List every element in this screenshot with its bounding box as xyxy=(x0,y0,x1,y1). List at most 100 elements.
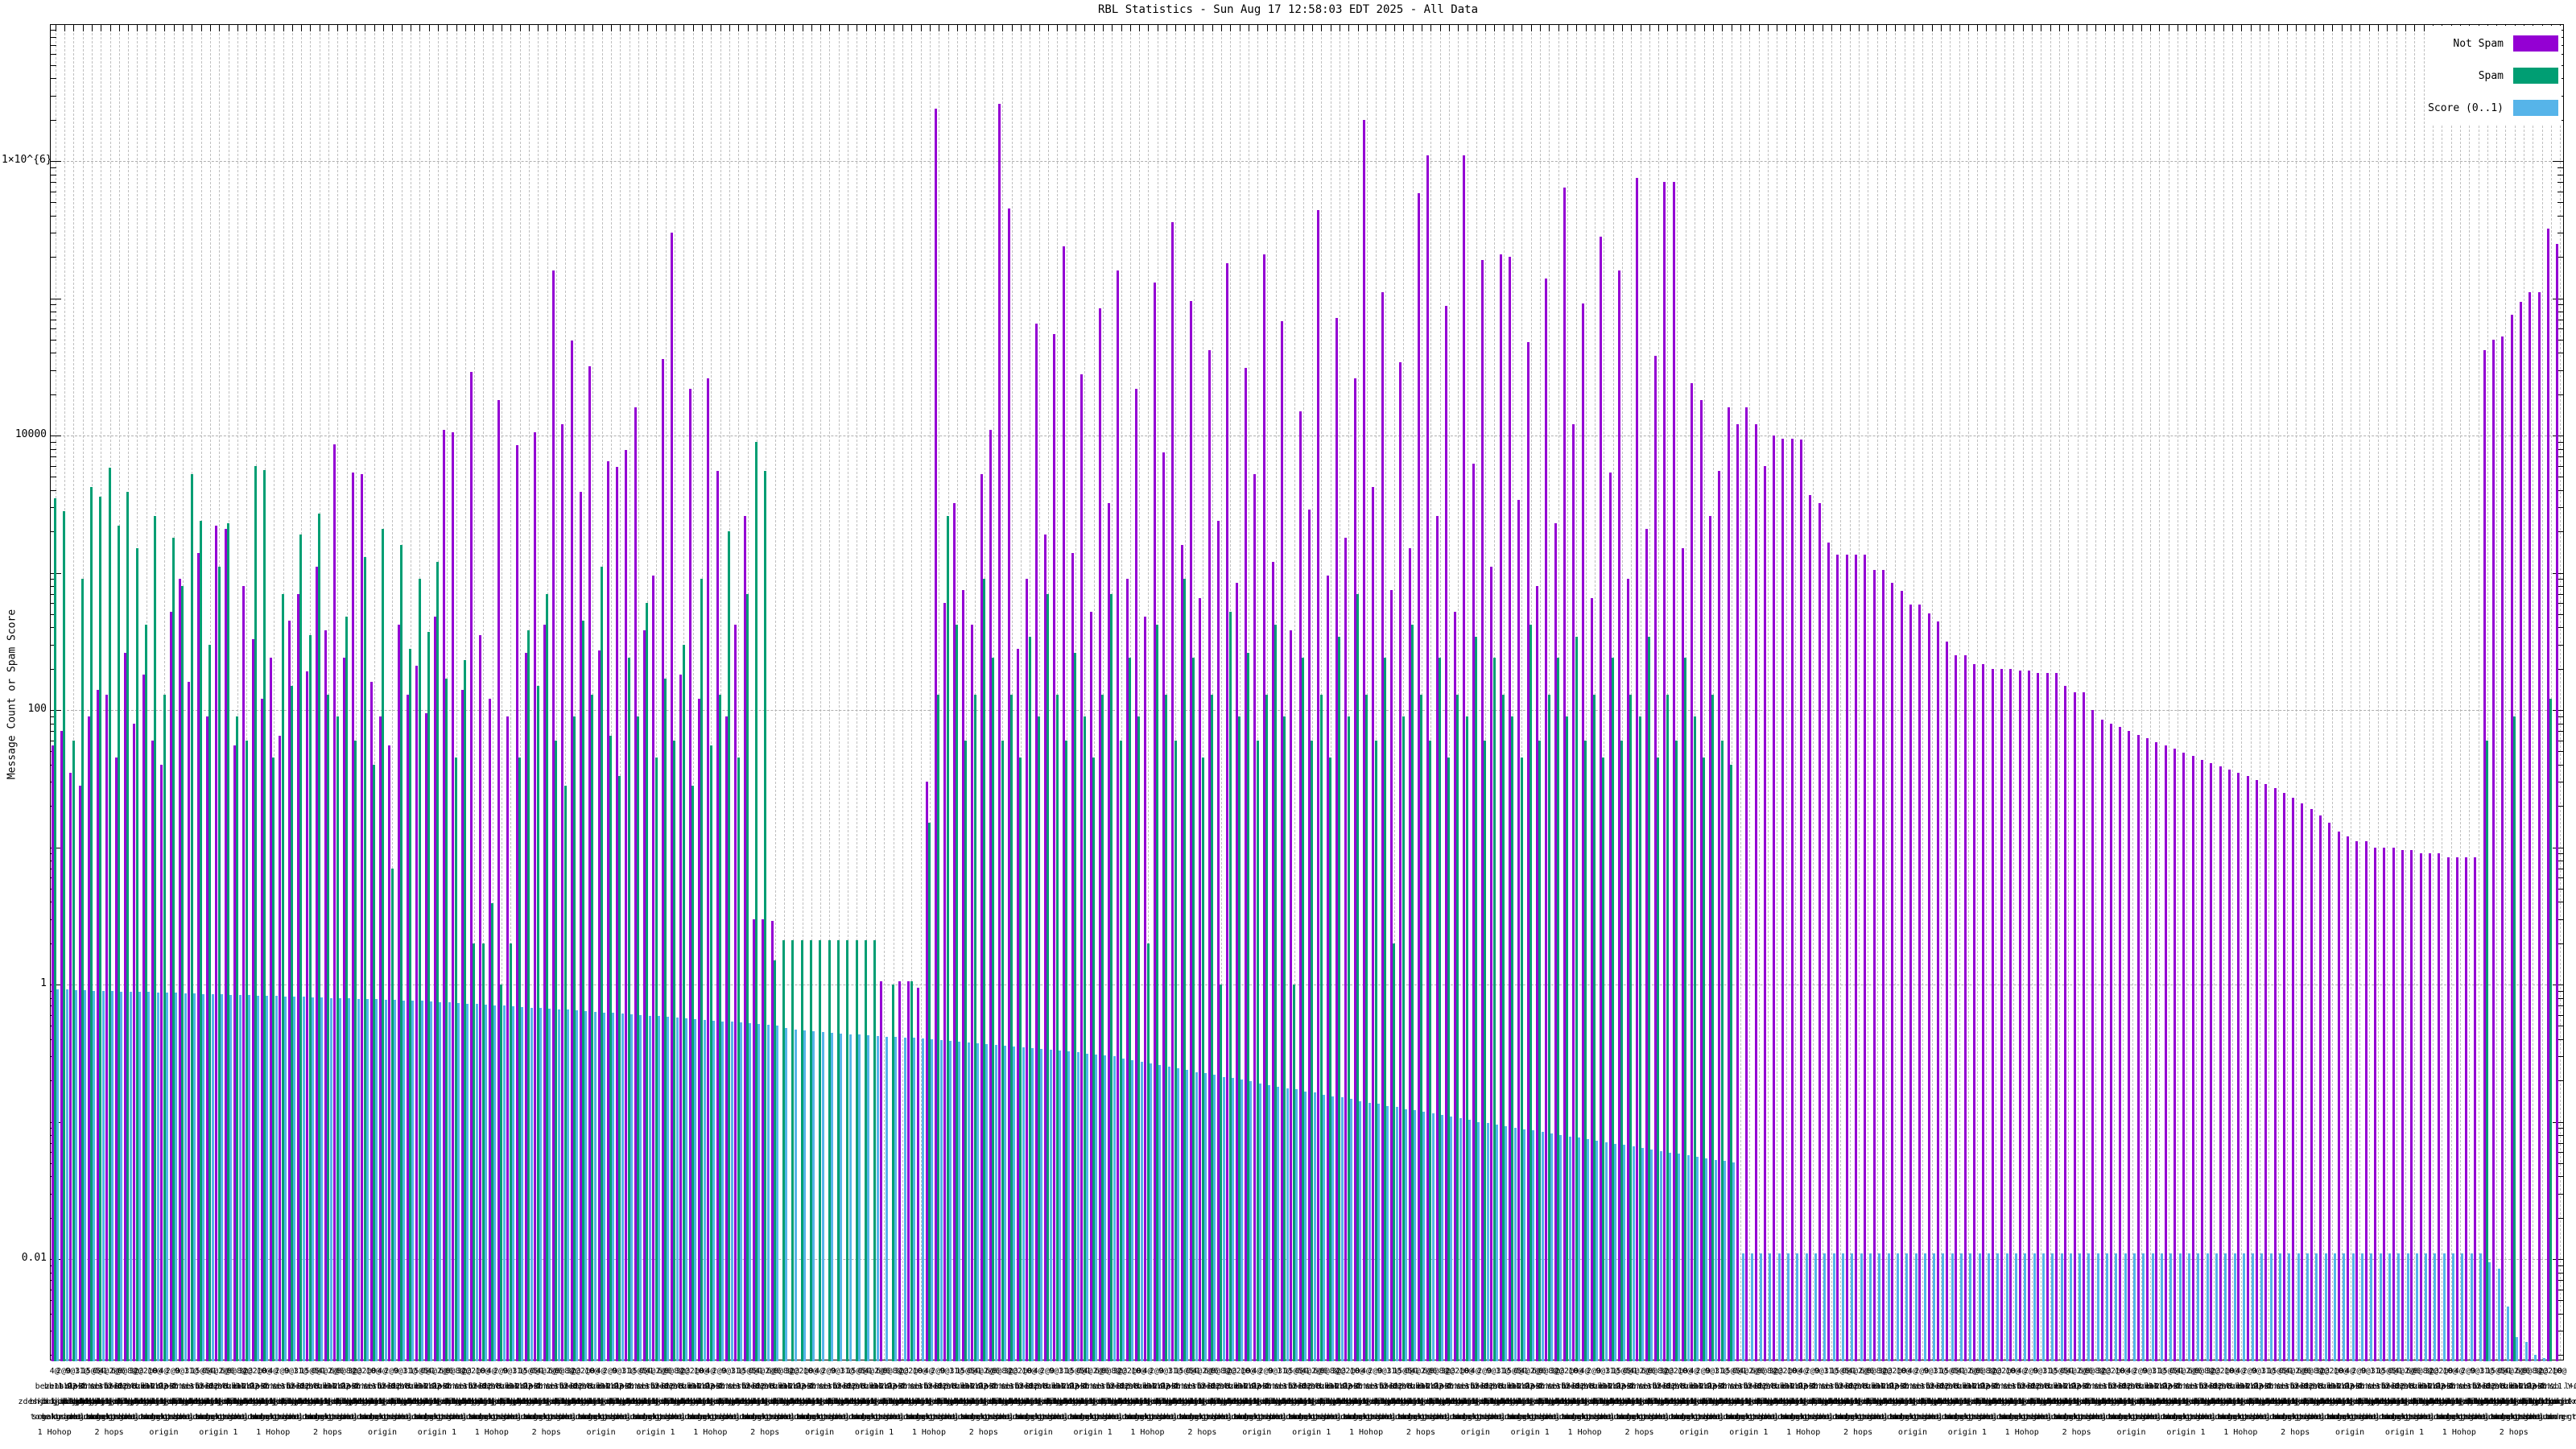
bar-score xyxy=(2161,1253,2163,1361)
top-tick xyxy=(1239,25,1241,31)
top-tick xyxy=(1549,25,1550,31)
bar-not-spam xyxy=(2310,808,2313,1361)
y-axis-tick xyxy=(2557,202,2563,204)
top-tick xyxy=(2140,25,2142,31)
top-tick xyxy=(474,25,476,31)
bar-score xyxy=(2124,1253,2127,1361)
bar-score xyxy=(521,1006,524,1361)
bar-not-spam xyxy=(1763,465,1766,1361)
top-tick xyxy=(875,25,877,31)
bar-not-spam xyxy=(2100,720,2103,1361)
bar-score xyxy=(2087,1253,2091,1361)
x-tick-label: origin 1 xyxy=(1292,1428,1331,1437)
bar-score xyxy=(302,997,305,1361)
vertical-gridline xyxy=(1931,25,1933,1360)
top-tick xyxy=(1221,25,1222,31)
bar-score xyxy=(1222,1076,1225,1361)
top-tick xyxy=(865,25,867,31)
vertical-gridline xyxy=(2205,25,2207,1360)
top-tick xyxy=(1093,25,1095,31)
bar-score xyxy=(1377,1104,1380,1361)
top-tick xyxy=(2150,25,2152,31)
top-tick xyxy=(2104,25,2106,31)
legend: Not Spam Spam Score (0..1) xyxy=(2425,26,2562,126)
bar-score xyxy=(448,1002,451,1361)
bar-spam xyxy=(2549,699,2553,1361)
top-tick xyxy=(2332,25,2334,31)
bar-score xyxy=(1386,1105,1389,1361)
bar-score xyxy=(2169,1253,2173,1361)
vertical-gridline xyxy=(2022,25,2024,1360)
vertical-gridline xyxy=(2231,25,2233,1360)
bar-score xyxy=(1040,1048,1043,1361)
bar-score xyxy=(2488,1261,2491,1361)
bar-score xyxy=(803,1030,807,1361)
top-tick xyxy=(464,25,466,31)
bar-score xyxy=(2461,1253,2464,1361)
bar-score xyxy=(1750,1253,1753,1361)
legend-swatch-spam xyxy=(2513,68,2558,84)
bar-score xyxy=(1887,1253,1890,1361)
bar-score xyxy=(1878,1253,1881,1361)
vertical-gridline xyxy=(2050,25,2051,1360)
bar-score xyxy=(56,989,60,1361)
bar-score xyxy=(211,993,214,1361)
bar-score xyxy=(1823,1253,1827,1361)
x-tick-label: origin xyxy=(1023,1428,1053,1437)
vertical-gridline xyxy=(2560,25,2562,1360)
bar-score xyxy=(357,998,360,1361)
bar-score xyxy=(694,1018,697,1361)
bar-score xyxy=(2388,1253,2391,1361)
bar-score xyxy=(2197,1253,2200,1361)
top-tick xyxy=(720,25,721,31)
bar-score xyxy=(1022,1046,1025,1361)
bar-score xyxy=(1777,1253,1781,1361)
bar-score xyxy=(1596,1141,1599,1361)
top-tick xyxy=(510,25,512,31)
y-axis-tick xyxy=(51,78,56,80)
top-tick xyxy=(2231,25,2233,31)
top-tick xyxy=(1194,25,1195,31)
bar-not-spam xyxy=(2428,853,2431,1361)
bar-score xyxy=(794,1029,797,1361)
top-tick xyxy=(1540,25,1542,31)
bar-score xyxy=(1486,1123,1489,1361)
y-axis-tick xyxy=(51,95,56,97)
bar-score xyxy=(2370,1253,2373,1361)
bar-not-spam xyxy=(2455,857,2458,1361)
bar-score xyxy=(1686,1155,1690,1361)
bar-score xyxy=(658,1016,660,1361)
bar-not-spam xyxy=(1991,668,1994,1361)
bar-score xyxy=(566,1009,569,1361)
top-tick xyxy=(2186,25,2188,31)
bar-score xyxy=(2014,1253,2017,1361)
bar-score xyxy=(502,1005,506,1361)
bar-not-spam xyxy=(2064,685,2067,1361)
vertical-gridline xyxy=(1950,25,1951,1360)
bar-score xyxy=(1268,1084,1271,1361)
bar-score xyxy=(2324,1253,2327,1361)
top-tick xyxy=(428,25,430,31)
bar-score xyxy=(2434,1253,2437,1361)
vertical-gridline xyxy=(2296,25,2297,1360)
bar-score xyxy=(1513,1127,1517,1361)
top-tick xyxy=(1631,25,1633,31)
top-tick xyxy=(1849,25,1851,31)
bar-score xyxy=(1741,1253,1744,1361)
bar-score xyxy=(1650,1149,1653,1361)
top-tick xyxy=(601,25,603,31)
bar-score xyxy=(1203,1073,1207,1361)
bar-not-spam xyxy=(2419,853,2422,1361)
bar-score xyxy=(840,1033,843,1361)
bar-not-spam xyxy=(2501,336,2504,1361)
vertical-gridline xyxy=(2214,25,2215,1360)
bar-score xyxy=(365,999,369,1361)
x-tick-label: 2 hops xyxy=(1843,1428,1873,1437)
top-tick xyxy=(456,25,457,31)
bar-not-spam xyxy=(2328,823,2331,1361)
bar-score xyxy=(1431,1113,1435,1361)
bar-score xyxy=(120,991,123,1361)
bar-score xyxy=(2497,1269,2500,1361)
vertical-gridline xyxy=(2195,25,2197,1360)
legend-label-score: Score (0..1) xyxy=(2428,101,2504,114)
